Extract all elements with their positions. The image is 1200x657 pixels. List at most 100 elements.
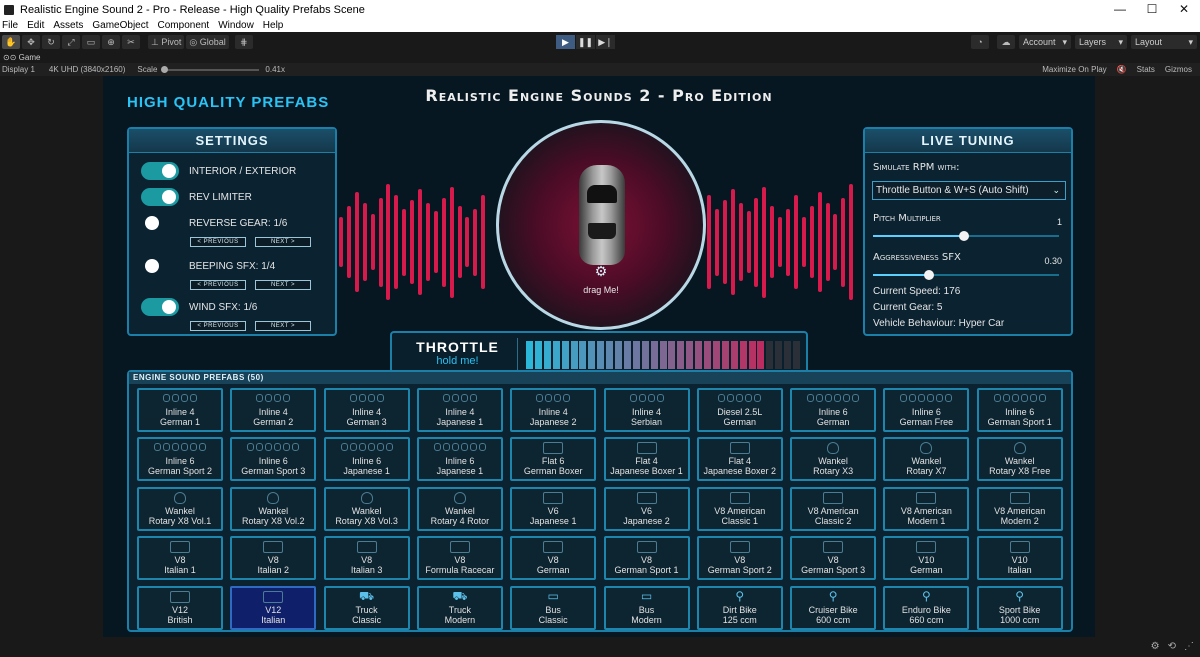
beeping-previous-button[interactable]: < PREVIOUS bbox=[190, 280, 246, 290]
engine-prefab-button[interactable]: V8 American Classic 1 bbox=[696, 486, 783, 531]
beeping-next-button[interactable]: NEXT > bbox=[255, 280, 311, 290]
engine-prefab-button[interactable]: ⛟ Truck Modern bbox=[416, 585, 503, 630]
menu-component[interactable]: Component bbox=[158, 20, 210, 31]
global-toggle[interactable]: ◎ Global bbox=[186, 35, 229, 49]
engine-prefab-button[interactable]: ▭ Bus Classic bbox=[510, 585, 597, 630]
step-button[interactable]: ▶❘ bbox=[596, 35, 615, 49]
engine-prefab-button[interactable]: Inline 6 German Sport 1 bbox=[976, 388, 1063, 432]
engine-prefab-button[interactable]: Inline 6 Japanese 1 bbox=[323, 437, 410, 482]
maximize-button[interactable]: ☐ bbox=[1136, 0, 1168, 19]
resolution-dropdown[interactable]: 4K UHD (3840x2160) bbox=[49, 65, 125, 74]
wind-next-button[interactable]: NEXT > bbox=[255, 321, 311, 331]
beeping-toggle[interactable] bbox=[141, 257, 179, 275]
engine-prefab-button[interactable]: Inline 4 German 2 bbox=[230, 388, 317, 432]
stats-toggle[interactable]: Stats bbox=[1137, 65, 1155, 74]
engine-prefab-button[interactable]: Inline 4 German 1 bbox=[137, 388, 223, 432]
reverse-gear-toggle[interactable] bbox=[141, 214, 179, 232]
engine-prefab-button[interactable]: Wankel Rotary X8 Free bbox=[976, 437, 1063, 482]
custom-tool-icon[interactable]: ✂ bbox=[122, 35, 140, 49]
debug-icon[interactable]: ⚙ bbox=[1151, 641, 1160, 652]
scale-slider-knob[interactable] bbox=[161, 65, 169, 73]
engine-prefab-button[interactable]: V6 Japanese 1 bbox=[510, 486, 597, 531]
gizmos-dropdown[interactable]: Gizmos bbox=[1165, 65, 1192, 74]
rev-limiter-toggle[interactable] bbox=[141, 188, 179, 206]
engine-prefab-button[interactable]: V8 American Modern 2 bbox=[976, 486, 1063, 531]
transform-tool-icon[interactable]: ⊕ bbox=[102, 35, 120, 49]
mute-audio-icon[interactable]: 🔇 bbox=[1117, 65, 1127, 74]
engine-prefab-button[interactable]: ⚲ Cruiser Bike 600 ccm bbox=[790, 585, 877, 630]
engine-prefab-button[interactable]: V8 German Sport 2 bbox=[696, 536, 783, 581]
engine-prefab-button[interactable]: Inline 6 German Sport 2 bbox=[137, 437, 223, 482]
engine-prefab-button[interactable]: ▭ Bus Modern bbox=[603, 585, 690, 630]
engine-prefab-button[interactable]: V8 German bbox=[510, 536, 597, 581]
cloud-icon[interactable]: ☁ bbox=[997, 35, 1015, 49]
engine-prefab-button[interactable]: ⛟ Truck Classic bbox=[323, 585, 410, 630]
engine-prefab-button[interactable]: ⚲ Dirt Bike 125 ccm bbox=[696, 585, 783, 630]
car-circle[interactable]: ⚙ drag Me! bbox=[496, 120, 706, 330]
engine-prefab-button[interactable]: V8 Italian 3 bbox=[323, 536, 410, 581]
reverse-previous-button[interactable]: < PREVIOUS bbox=[190, 237, 246, 247]
engine-prefab-button[interactable]: Flat 4 Japanese Boxer 2 bbox=[696, 437, 783, 482]
engine-prefab-button[interactable]: ⚲ Enduro Bike 660 ccm bbox=[883, 585, 970, 630]
game-tab[interactable]: ⊙⊙ Game bbox=[0, 52, 1200, 63]
throttle-button[interactable]: THROTTLE hold me! bbox=[398, 338, 518, 370]
reverse-next-button[interactable]: NEXT > bbox=[255, 237, 311, 247]
engine-prefab-button[interactable]: Inline 4 German 3 bbox=[323, 388, 410, 432]
engine-prefab-button[interactable]: V10 Italian bbox=[976, 536, 1063, 581]
engine-prefab-button[interactable]: V10 German bbox=[883, 536, 970, 581]
simulate-rpm-dropdown[interactable]: Throttle Button & W+S (Auto Shift) ⌄ bbox=[872, 181, 1066, 200]
engine-prefab-button[interactable]: V12 British bbox=[137, 585, 223, 630]
engine-prefab-button[interactable]: Inline 4 Serbian bbox=[603, 388, 690, 432]
engine-prefab-button[interactable]: V12 Italian bbox=[230, 585, 317, 630]
layout-dropdown[interactable]: Layout ▾ bbox=[1131, 35, 1197, 49]
menu-help[interactable]: Help bbox=[263, 20, 284, 31]
interior-exterior-toggle[interactable] bbox=[141, 162, 179, 180]
engine-prefab-button[interactable]: Inline 4 Japanese 2 bbox=[510, 388, 597, 432]
engine-prefab-button[interactable]: V8 American Modern 1 bbox=[883, 486, 970, 531]
wind-toggle[interactable] bbox=[141, 298, 179, 316]
engine-prefab-button[interactable]: Diesel 2.5L German bbox=[696, 388, 783, 432]
wind-previous-button[interactable]: < PREVIOUS bbox=[190, 321, 246, 331]
engine-prefab-button[interactable]: V8 German Sport 1 bbox=[603, 536, 690, 581]
hand-tool-icon[interactable]: ✋ bbox=[2, 35, 20, 49]
menu-assets[interactable]: Assets bbox=[53, 20, 83, 31]
engine-prefab-button[interactable]: V6 Japanese 2 bbox=[603, 486, 690, 531]
engine-prefab-button[interactable]: Flat 4 Japanese Boxer 1 bbox=[603, 437, 690, 482]
scale-tool-icon[interactable]: ⤢ bbox=[62, 35, 80, 49]
engine-prefab-button[interactable]: V8 Italian 1 bbox=[137, 536, 223, 581]
pitch-multiplier-slider[interactable] bbox=[873, 231, 1059, 241]
account-dropdown[interactable]: Account ▾ bbox=[1019, 35, 1071, 49]
grid-snap-icon[interactable]: ⋕ bbox=[234, 35, 253, 49]
pivot-toggle[interactable]: ⊥ Pivot bbox=[148, 35, 185, 49]
collab-icon[interactable]: ◔ bbox=[971, 35, 989, 49]
menu-gameobject[interactable]: GameObject bbox=[92, 20, 148, 31]
display-dropdown[interactable]: Display 1 bbox=[2, 65, 35, 74]
engine-prefab-button[interactable]: Inline 6 German bbox=[790, 388, 877, 432]
layers-dropdown[interactable]: Layers ▾ bbox=[1075, 35, 1127, 49]
engine-prefab-button[interactable]: Wankel Rotary X7 bbox=[883, 437, 970, 482]
engine-prefab-button[interactable]: Inline 6 German Free bbox=[883, 388, 970, 432]
rect-tool-icon[interactable]: ▭ bbox=[82, 35, 100, 49]
menu-file[interactable]: File bbox=[2, 20, 18, 31]
collab-status-icon[interactable]: ⟲ bbox=[1168, 641, 1176, 652]
engine-prefab-button[interactable]: V8 American Classic 2 bbox=[790, 486, 877, 531]
engine-prefab-button[interactable]: Flat 6 German Boxer bbox=[510, 437, 597, 482]
engine-prefab-button[interactable]: Wankel Rotary 4 Rotor bbox=[416, 486, 503, 531]
engine-prefab-button[interactable]: ⚲ Sport Bike 1000 ccm bbox=[976, 585, 1063, 630]
maximize-on-play-toggle[interactable]: Maximize On Play bbox=[1042, 65, 1106, 74]
engine-prefab-button[interactable]: Wankel Rotary X8 Vol.1 bbox=[137, 486, 223, 531]
close-button[interactable]: ✕ bbox=[1168, 0, 1200, 19]
minimize-button[interactable]: — bbox=[1104, 0, 1136, 19]
menu-window[interactable]: Window bbox=[218, 20, 254, 31]
engine-prefab-button[interactable]: Inline 6 Japanese 1 bbox=[416, 437, 503, 482]
sports-car-icon[interactable] bbox=[579, 165, 625, 265]
drag-handle-icon[interactable]: ⚙ bbox=[592, 263, 610, 281]
engine-prefab-button[interactable]: V8 German Sport 3 bbox=[790, 536, 877, 581]
engine-prefab-button[interactable]: Wankel Rotary X8 Vol.2 bbox=[230, 486, 317, 531]
aggressiveness-slider[interactable] bbox=[873, 270, 1059, 280]
engine-prefab-button[interactable]: Inline 4 Japanese 1 bbox=[416, 388, 503, 432]
play-button[interactable]: ▶ bbox=[556, 35, 575, 49]
engine-prefab-button[interactable]: Inline 6 German Sport 3 bbox=[230, 437, 317, 482]
rotate-tool-icon[interactable]: ↻ bbox=[42, 35, 60, 49]
engine-prefab-button[interactable]: Wankel Rotary X8 Vol.3 bbox=[323, 486, 410, 531]
